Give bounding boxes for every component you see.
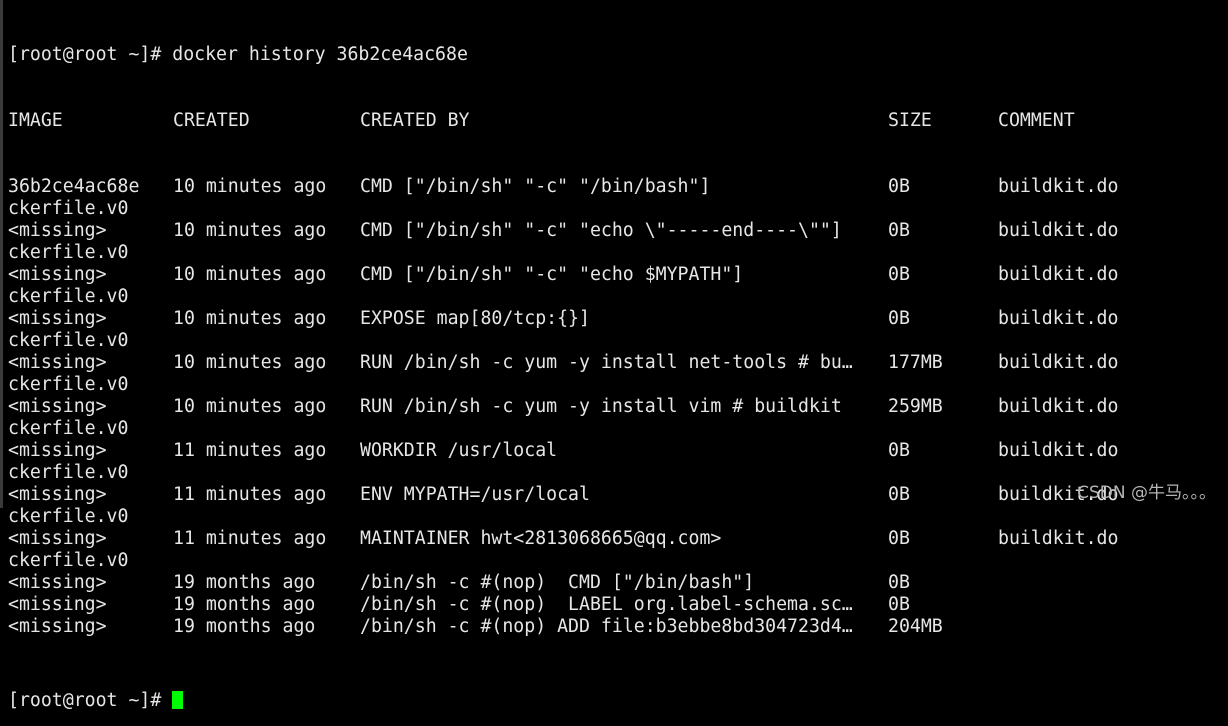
cell-image: <missing> xyxy=(8,616,107,637)
cell-created-by: /bin/sh -c #(nop) CMD ["/bin/bash"] xyxy=(360,572,755,593)
cell-comment: buildkit.do xyxy=(998,396,1119,417)
table-row: <missing> 11 minutes ago MAINTAINER hwt<28… xyxy=(8,528,1228,550)
cell-size: 259MB xyxy=(888,396,943,417)
table-row: <missing> 10 minutes ago CMD ["/bin/sh" "-… xyxy=(8,264,1228,286)
table-header: IMAGE CREATED CREATED BY SIZE COMMENT xyxy=(8,110,1228,132)
final-prompt: [root@root ~]# xyxy=(8,690,173,711)
cell-created-by: EXPOSE map[80/tcp:{}] xyxy=(360,308,590,329)
table-row: <missing> 11 minutes ago WORKDIR /usr/loca… xyxy=(8,440,1228,462)
cell-image: <missing> xyxy=(8,528,107,549)
cell-created: 19 months ago xyxy=(173,572,316,593)
cell-created: 11 minutes ago xyxy=(173,440,327,461)
cell-created: 10 minutes ago xyxy=(173,264,327,285)
cell-created-by: RUN /bin/sh -c yum -y install net-tools … xyxy=(360,352,853,373)
cell-image: <missing> xyxy=(8,264,107,285)
cell-created: 10 minutes ago xyxy=(173,308,327,329)
cell-size: 204MB xyxy=(888,616,943,637)
cell-comment: buildkit.do xyxy=(998,308,1119,329)
cell-created: 19 months ago xyxy=(173,594,316,615)
table-row: <missing> 10 minutes ago EXPOSE map[80/tcp… xyxy=(8,308,1228,330)
header-image: IMAGE xyxy=(8,110,63,131)
cell-created-by: RUN /bin/sh -c yum -y install vim # buil… xyxy=(360,396,842,417)
cell-image: <missing> xyxy=(8,396,107,417)
cell-created-by: ENV MYPATH=/usr/local xyxy=(360,484,590,505)
table-row: <missing> 10 minutes ago RUN /bin/sh -c yu… xyxy=(8,352,1228,374)
cell-size: 0B xyxy=(888,528,910,549)
cell-comment: buildkit.do xyxy=(998,352,1119,373)
table-row: <missing> 10 minutes ago RUN /bin/sh -c yu… xyxy=(8,396,1228,418)
cell-image: <missing> xyxy=(8,352,107,373)
header-created-by: CREATED BY xyxy=(360,110,470,131)
cell-created: 19 months ago xyxy=(173,616,316,637)
header-comment: COMMENT xyxy=(998,110,1075,131)
cell-created: 10 minutes ago xyxy=(173,352,327,373)
cell-size: 0B xyxy=(888,220,910,241)
row-wrap-continuation: ckerfile.v0 xyxy=(8,198,129,219)
row-wrap-continuation: ckerfile.v0 xyxy=(8,462,129,483)
row-wrap-continuation: ckerfile.v0 xyxy=(8,506,129,527)
table-row: <missing> 19 months ago/bin/sh -c #(nop) … xyxy=(8,594,1228,616)
cell-image: <missing> xyxy=(8,220,107,241)
header-size: SIZE xyxy=(888,110,932,131)
command-line: [root@root ~]# docker history 36b2ce4ac6… xyxy=(8,44,468,65)
cell-comment: buildkit.do xyxy=(998,440,1119,461)
cell-comment: buildkit.do xyxy=(998,264,1119,285)
csdn-watermark: CSDN @牛马。。。 xyxy=(1077,483,1216,503)
cell-created: 11 minutes ago xyxy=(173,484,327,505)
header-created: CREATED xyxy=(173,110,250,131)
cell-comment: buildkit.do xyxy=(998,528,1119,549)
cell-created: 10 minutes ago xyxy=(173,396,327,417)
cell-size: 0B xyxy=(888,572,910,593)
cell-created-by: CMD ["/bin/sh" "-c" "echo $MYPATH"] xyxy=(360,264,744,285)
cell-image: <missing> xyxy=(8,572,107,593)
final-prompt-line: [root@root ~]# xyxy=(8,690,1228,712)
cell-comment: buildkit.do xyxy=(998,176,1119,197)
cell-created: 10 minutes ago xyxy=(173,176,327,197)
cell-created-by: /bin/sh -c #(nop) LABEL org.label-schema… xyxy=(360,594,853,615)
row-wrap-continuation: ckerfile.v0 xyxy=(8,242,129,263)
cell-size: 0B xyxy=(888,308,910,329)
table-row: <missing> 19 months ago/bin/sh -c #(nop) … xyxy=(8,616,1228,638)
cell-comment: buildkit.do xyxy=(998,220,1119,241)
row-wrap-continuation: ckerfile.v0 xyxy=(8,374,129,395)
cell-created: 11 minutes ago xyxy=(173,528,327,549)
table-row: <missing> 19 months ago/bin/sh -c #(nop) … xyxy=(8,572,1228,594)
cell-size: 0B xyxy=(888,264,910,285)
cell-created-by: MAINTAINER hwt<2813068665@qq.com> xyxy=(360,528,722,549)
cell-image: <missing> xyxy=(8,440,107,461)
cell-image: <missing> xyxy=(8,484,107,505)
cell-image: <missing> xyxy=(8,308,107,329)
cell-created-by: CMD ["/bin/sh" "-c" "/bin/bash"] xyxy=(360,176,711,197)
history-rows: 36b2ce4ac68e 10 minutes ago CMD ["/bin/sh"… xyxy=(8,176,1228,638)
cell-created-by: CMD ["/bin/sh" "-c" "echo \"-----end----… xyxy=(360,220,842,241)
terminal-cursor xyxy=(172,691,184,709)
cell-created-by: WORKDIR /usr/local xyxy=(360,440,558,461)
cell-image: 36b2ce4ac68e xyxy=(8,176,140,197)
table-row: <missing> 11 minutes ago ENV MYPATH=/usr/l… xyxy=(8,484,1228,506)
cell-image: <missing> xyxy=(8,594,107,615)
cell-size: 0B xyxy=(888,594,910,615)
cell-size: 0B xyxy=(888,176,910,197)
terminal-window[interactable]: [root@root ~]# docker history 36b2ce4ac6… xyxy=(0,0,1228,711)
cell-created: 10 minutes ago xyxy=(173,220,327,241)
cell-size: 177MB xyxy=(888,352,943,373)
cell-created-by: /bin/sh -c #(nop) ADD file:b3ebbe8bd3047… xyxy=(360,616,853,637)
row-wrap-continuation: ckerfile.v0 xyxy=(8,330,129,351)
row-wrap-continuation: ckerfile.v0 xyxy=(8,286,129,307)
table-row: <missing> 10 minutes ago CMD ["/bin/sh" "-… xyxy=(8,220,1228,242)
row-wrap-continuation: ckerfile.v0 xyxy=(8,550,129,571)
table-row: 36b2ce4ac68e 10 minutes ago CMD ["/bin/sh"… xyxy=(8,176,1228,198)
row-wrap-continuation: ckerfile.v0 xyxy=(8,418,129,439)
cell-size: 0B xyxy=(888,484,910,505)
cell-size: 0B xyxy=(888,440,910,461)
